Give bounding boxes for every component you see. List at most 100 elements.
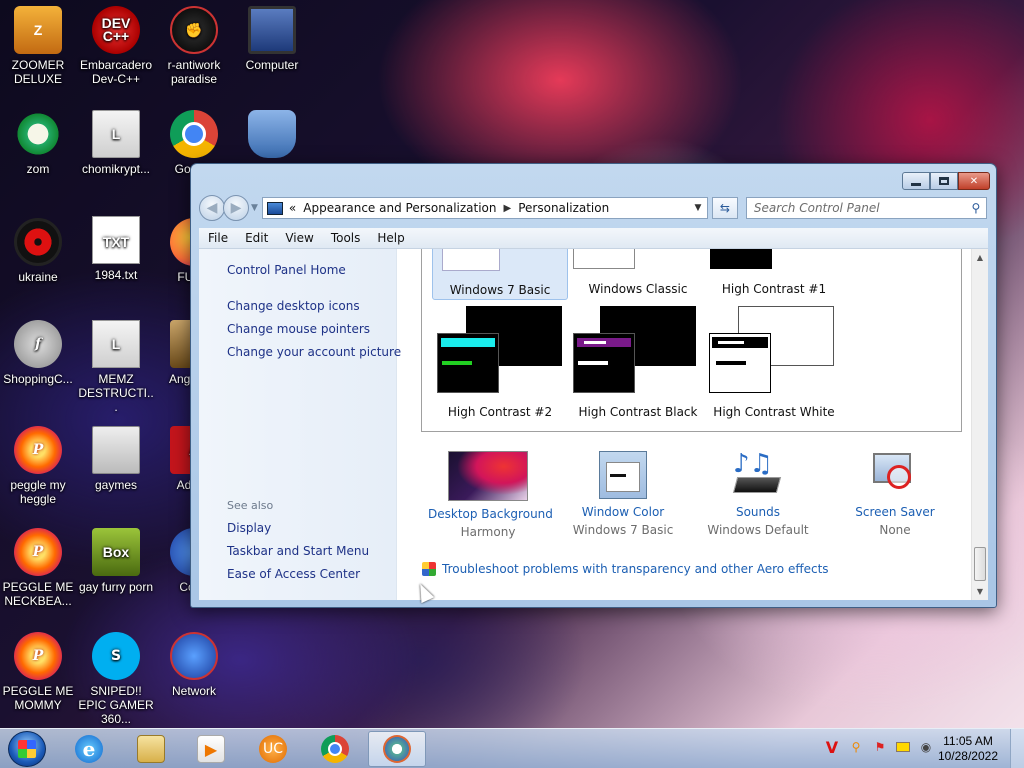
desktop-icon-antiwork[interactable]: ✊ r-antiwork paradise [156,6,232,86]
menu-help[interactable]: Help [377,231,404,245]
chrome-icon [321,735,349,763]
menu-tools[interactable]: Tools [331,231,361,245]
display-link[interactable]: Display [227,521,271,535]
close-button[interactable]: ✕ [958,172,990,190]
menu-file[interactable]: File [208,231,228,245]
breadcrumb-appearance[interactable]: Appearance and Personalization [303,201,496,215]
maximize-button[interactable] [930,172,958,190]
taskbar-windows-explorer[interactable] [122,731,180,767]
search-tray-icon[interactable]: ⚲ [848,739,864,755]
search-box[interactable]: Search Control Panel ⚲ [745,197,987,219]
desktop-icon-network[interactable]: Network [156,632,232,698]
theme-windows-classic[interactable]: Windows Classic [570,249,706,300]
menu-edit[interactable]: Edit [245,231,268,245]
zom-icon [14,110,62,158]
desktop-icon-peggle-mommy[interactable]: P PEGGLE ME MOMMY [0,632,76,712]
desktop-icon-zoomer[interactable]: Z ZOOMER DELUXE [0,6,76,86]
control-panel-home-link[interactable]: Control Panel Home [227,263,346,277]
address-bar[interactable]: « Appearance and Personalization ▶ Perso… [261,197,708,219]
show-desktop-button[interactable] [1010,729,1024,768]
desktop-icon-zom[interactable]: zom [0,110,76,176]
scroll-down-icon[interactable]: ▼ [972,583,988,600]
desktop-background-link[interactable]: Desktop Background [428,507,553,521]
troubleshoot-label: Troubleshoot problems with transparency … [442,562,829,576]
window-controls: ✕ [902,172,990,190]
desktop-icon-box[interactable]: Box gay furry porn [78,528,154,594]
change-account-picture-link[interactable]: Change your account picture [227,345,401,359]
menu-view[interactable]: View [285,231,313,245]
desktop-icon-chomikrypt[interactable]: L chomikrypt... [78,110,154,176]
theme-high-contrast-1[interactable]: High Contrast #1 [706,249,842,300]
start-button[interactable] [8,731,46,767]
flash-icon: f [14,320,62,368]
taskbar-uc-browser[interactable]: UC [244,731,302,767]
scroll-thumb[interactable] [974,547,986,581]
recent-pages-dropdown[interactable]: ▼ [251,203,258,213]
troubleshoot-aero-link[interactable]: Troubleshoot problems with transparency … [422,562,829,576]
desktop-icon-user-folder[interactable] [234,110,310,162]
taskbar-start-menu-link[interactable]: Taskbar and Start Menu [227,544,369,558]
search-input[interactable]: Search Control Panel [754,201,966,215]
close-icon: ✕ [969,175,979,187]
sounds-value: Windows Default [707,523,809,537]
troubleshoot-icon [422,562,436,576]
desktop-icon-peggle-neckbeard[interactable]: P PEGGLE ME NECKBEA... [0,528,76,608]
uc-browser-icon: UC [259,735,287,763]
taskbar-control-panel[interactable] [368,731,426,767]
desktop-icon-ukraine[interactable]: ukraine [0,218,76,284]
system-clock[interactable]: 11:05 AM 10/28/2022 [938,734,998,764]
peggle-icon: P [14,528,62,576]
desktop-icon-dev-cpp[interactable]: DEV C++ Embarcadero Dev-C++ [78,6,154,86]
memz-icon: L [92,320,140,368]
desktop-icon-computer[interactable]: Computer [234,6,310,72]
internet-explorer-icon: e [75,735,103,763]
screen-saver-item[interactable]: Screen Saver None [835,451,955,537]
window-color-link[interactable]: Window Color [563,505,683,519]
desktop-icon-memz[interactable]: L MEMZ DESTRUCTI... [78,320,154,414]
chrome-icon [170,110,218,158]
desktop-icon-1984-txt[interactable]: TXT 1984.txt [78,216,154,282]
refresh-icon: ⇆ [719,201,730,215]
battery-tray-icon[interactable] [896,742,910,752]
skype-icon: S [92,632,140,680]
minimize-button[interactable] [902,172,930,190]
desktop-icon-gaymes[interactable]: gaymes [78,426,154,492]
theme-high-contrast-black[interactable]: High Contrast Black [570,306,706,426]
taskbar-media-player[interactable]: ▶ [182,731,240,767]
address-dropdown-icon[interactable]: ▼ [689,203,707,213]
sounds-item[interactable]: ♪♫ Sounds Windows Default [698,451,818,537]
clock-date: 10/28/2022 [937,749,998,763]
task-pane: Control Panel Home Change desktop icons … [199,249,401,600]
action-center-flag-icon[interactable]: ⚑ [872,739,888,755]
refresh-button[interactable]: ⇆ [711,197,738,219]
theme-high-contrast-white[interactable]: High Contrast White [706,306,842,426]
desktop-background-item[interactable]: Desktop Background Harmony [428,451,553,539]
antivirus-tray-icon[interactable]: V [824,738,840,757]
radiation-icon [14,218,62,266]
breadcrumb-overflow[interactable]: « [289,201,296,215]
back-arrow-icon: ◀ [206,200,218,216]
desktop-icon-peggle-my-heggle[interactable]: P peggle my heggle [0,426,76,506]
window-color-item[interactable]: Window Color Windows 7 Basic [563,451,683,537]
sounds-link[interactable]: Sounds [698,505,818,519]
scroll-up-icon[interactable]: ▲ [972,249,988,266]
chomikrypt-icon: L [92,110,140,158]
theme-windows-7-basic[interactable]: Windows 7 Basic [432,249,568,300]
change-mouse-pointers-link[interactable]: Change mouse pointers [227,322,370,336]
screen-saver-link[interactable]: Screen Saver [835,505,955,519]
theme-high-contrast-2[interactable]: High Contrast #2 [432,306,568,426]
ease-of-access-link[interactable]: Ease of Access Center [227,567,360,581]
search-icon[interactable]: ⚲ [966,201,986,215]
breadcrumb-personalization[interactable]: Personalization [518,201,609,215]
volume-tray-icon[interactable]: ◉ [918,739,934,755]
vertical-scrollbar[interactable]: ▲ ▼ [971,249,988,600]
change-desktop-icons-link[interactable]: Change desktop icons [227,299,360,313]
back-button[interactable]: ◀ [199,195,225,221]
taskbar-internet-explorer[interactable]: e [60,731,118,767]
box-icon: Box [92,528,140,576]
breadcrumb-separator-icon[interactable]: ▶ [504,203,512,214]
desktop-icon-skype[interactable]: S SNIPED!! EPIC GAMER 360... [78,632,154,726]
desktop-icon-shopping[interactable]: f ShoppingC... [0,320,76,386]
taskbar-chrome[interactable] [306,731,364,767]
forward-button[interactable]: ▶ [223,195,249,221]
